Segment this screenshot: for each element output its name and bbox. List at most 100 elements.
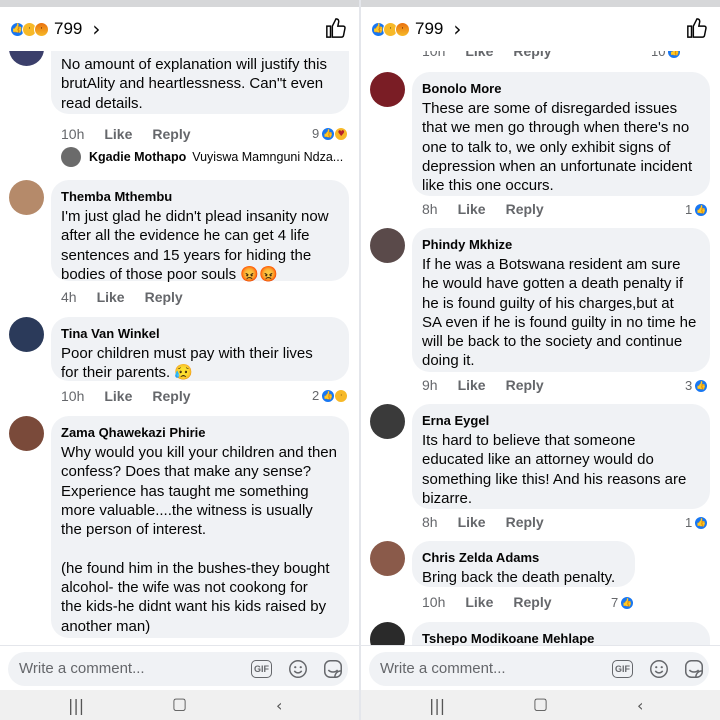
comment-composer: Write a comment... GIF bbox=[0, 645, 359, 690]
reply-action[interactable]: Reply bbox=[506, 377, 544, 393]
comment-bubble: Erna Eygel Its hard to believe that some… bbox=[412, 404, 710, 509]
comment-placeholder: Write a comment... bbox=[19, 660, 145, 677]
reply-action[interactable]: Reply bbox=[152, 126, 190, 142]
comment-author[interactable]: Erna Eygel bbox=[422, 412, 700, 429]
comment-bubble: Tina Van Winkel Poor children must pay w… bbox=[51, 317, 349, 381]
comment-reactions[interactable]: 2 👍 · bbox=[312, 388, 349, 403]
reactions-header[interactable]: 👍 · · 799 › bbox=[0, 7, 359, 51]
comment-text: I'm just glad he didn't plead insanity n… bbox=[61, 208, 329, 283]
comments-feed[interactable]: No amount of explanation will justify th… bbox=[0, 51, 359, 645]
comment-placeholder: Write a comment... bbox=[380, 660, 506, 677]
home-icon[interactable]: ▢ bbox=[172, 694, 187, 713]
like-action[interactable]: Like bbox=[465, 594, 493, 610]
like-thumb-icon[interactable] bbox=[686, 17, 708, 39]
like-thumb-icon[interactable] bbox=[325, 17, 347, 39]
reaction-count: 9 bbox=[312, 126, 320, 141]
recent-apps-icon[interactable]: ||| bbox=[429, 696, 445, 715]
comment-time: 4h bbox=[61, 289, 77, 305]
reaction-count[interactable]: 799 bbox=[415, 19, 443, 39]
recent-apps-icon[interactable]: ||| bbox=[68, 696, 84, 715]
reaction-icons: 👍 · · bbox=[10, 21, 49, 37]
reply-action[interactable]: Reply bbox=[513, 594, 551, 610]
avatar[interactable] bbox=[9, 416, 44, 451]
reaction-count: 10 bbox=[651, 51, 666, 59]
comment-reactions[interactable]: 1 👍 bbox=[685, 515, 709, 530]
comment-reactions[interactable]: 3 👍 bbox=[685, 378, 709, 393]
back-icon[interactable]: ‹ bbox=[276, 696, 282, 715]
comment-time: 10h bbox=[61, 126, 85, 142]
comment-bubble: Zama Qhawekazi Phirie Why would you kill… bbox=[51, 416, 349, 638]
comment-text: Its hard to believe that someone educate… bbox=[422, 432, 687, 507]
avatar[interactable] bbox=[370, 622, 405, 645]
reply-action[interactable]: Reply bbox=[506, 514, 544, 530]
comment-reactions[interactable]: 10 👍 bbox=[651, 51, 682, 59]
care-icon: ♥ bbox=[334, 126, 349, 141]
avatar[interactable] bbox=[370, 541, 405, 576]
comment-author[interactable]: Themba Mthembu bbox=[61, 188, 339, 205]
comment-author[interactable]: Zama Qhawekazi Phirie bbox=[61, 424, 339, 441]
reply-action[interactable]: Reply bbox=[145, 289, 183, 305]
comment-reactions[interactable]: 7 👍 bbox=[611, 595, 635, 610]
like-action[interactable]: Like bbox=[458, 377, 486, 393]
avatar[interactable] bbox=[370, 72, 405, 107]
like-action[interactable]: Like bbox=[465, 51, 493, 59]
chevron-right-icon[interactable]: › bbox=[453, 17, 461, 41]
emoji-icon[interactable] bbox=[287, 658, 309, 680]
reactions-header[interactable]: 👍 · · 799 › bbox=[361, 7, 720, 51]
comment-author[interactable]: Bonolo More bbox=[422, 80, 700, 97]
avatar[interactable] bbox=[9, 317, 44, 352]
comment-author[interactable]: Tina Van Winkel bbox=[61, 325, 339, 342]
comments-feed[interactable]: 10h Like Reply 10 👍 Bonolo More These ar… bbox=[361, 51, 720, 645]
comment-text: Poor children must pay with their lives … bbox=[61, 345, 313, 382]
sticker-icon[interactable] bbox=[322, 658, 344, 680]
home-icon[interactable]: ▢ bbox=[533, 694, 548, 713]
comment-actions: 4h Like Reply bbox=[61, 289, 203, 305]
like-action[interactable]: Like bbox=[458, 514, 486, 530]
comment-actions: 8h Like Reply bbox=[422, 201, 564, 217]
comment-bubble: No amount of explanation will justify th… bbox=[51, 51, 349, 114]
comment-author[interactable]: Chris Zelda Adams bbox=[422, 549, 625, 566]
reply-action[interactable]: Reply bbox=[513, 51, 551, 59]
avatar[interactable] bbox=[370, 228, 405, 263]
comment-bubble: Tshepo Modikoane Mehlape bbox=[412, 622, 710, 645]
like-icon: 👍 bbox=[694, 515, 709, 530]
comment-reactions[interactable]: 1 👍 bbox=[685, 202, 709, 217]
comment-author[interactable]: Tshepo Modikoane Mehlape bbox=[422, 630, 700, 645]
comment-author[interactable]: Phindy Mkhize bbox=[422, 236, 700, 253]
comment-time: 10h bbox=[422, 51, 446, 59]
chevron-right-icon[interactable]: › bbox=[92, 17, 100, 41]
like-icon: 👍 bbox=[694, 202, 709, 217]
gif-icon[interactable]: GIF bbox=[612, 660, 633, 678]
back-icon[interactable]: ‹ bbox=[637, 696, 643, 715]
reply-action[interactable]: Reply bbox=[506, 201, 544, 217]
comment-time: 10h bbox=[422, 594, 446, 610]
comment-actions: 10h Like Reply bbox=[422, 51, 572, 59]
like-action[interactable]: Like bbox=[104, 126, 132, 142]
avatar[interactable] bbox=[9, 180, 44, 215]
avatar bbox=[61, 147, 81, 167]
like-action[interactable]: Like bbox=[104, 388, 132, 404]
avatar[interactable] bbox=[370, 404, 405, 439]
sad-icon: · bbox=[334, 388, 349, 403]
reaction-count[interactable]: 799 bbox=[54, 19, 82, 39]
comment-reactions[interactable]: 9 👍 ♥ bbox=[312, 126, 349, 141]
comment-text: These are some of disregarded issues tha… bbox=[422, 100, 693, 195]
comment-actions: 10h Like Reply bbox=[422, 594, 572, 610]
reply-preview[interactable]: Kgadie Mothapo Vuyiswa Mamnguni Ndza... bbox=[61, 147, 343, 167]
avatar[interactable] bbox=[9, 51, 44, 66]
comment-actions: 8h Like Reply bbox=[422, 514, 564, 530]
system-nav-bar: ||| ▢ ‹ bbox=[361, 690, 720, 720]
like-action[interactable]: Like bbox=[458, 201, 486, 217]
left-screenshot-pane: 👍 · · 799 › No amount of explanation wil… bbox=[0, 0, 359, 720]
emoji-icon[interactable] bbox=[648, 658, 670, 680]
sticker-icon[interactable] bbox=[683, 658, 705, 680]
status-bar bbox=[0, 0, 359, 7]
reply-action[interactable]: Reply bbox=[152, 388, 190, 404]
like-action[interactable]: Like bbox=[97, 289, 125, 305]
like-icon: 👍 bbox=[694, 378, 709, 393]
like-icon: 👍 bbox=[321, 126, 336, 141]
gif-icon[interactable]: GIF bbox=[251, 660, 272, 678]
reaction-count: 2 bbox=[312, 388, 320, 403]
comment-bubble: Chris Zelda Adams Bring back the death p… bbox=[412, 541, 635, 587]
comment-actions: 10h Like Reply bbox=[61, 388, 211, 404]
